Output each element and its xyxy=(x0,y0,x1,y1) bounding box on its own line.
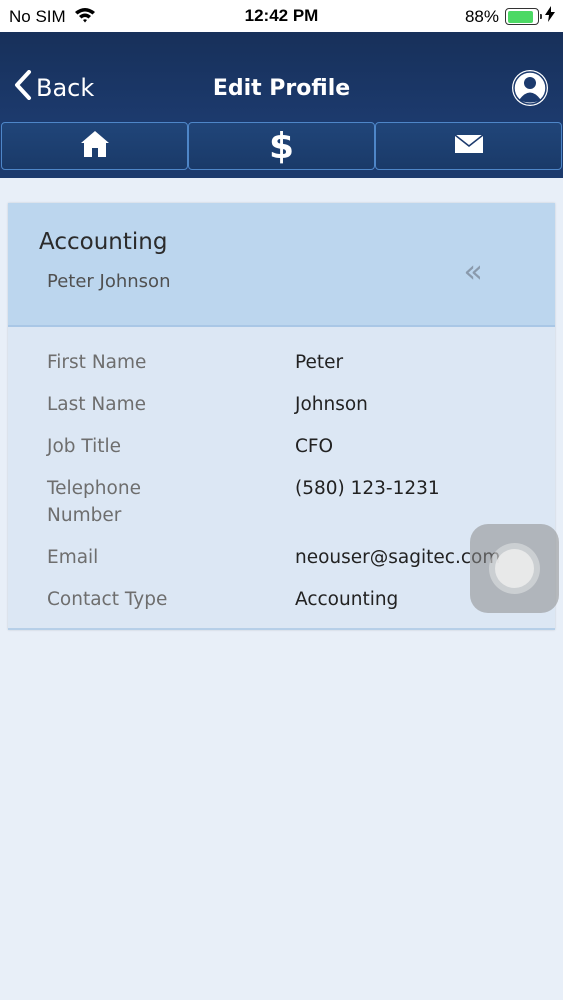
battery-fill xyxy=(507,10,534,23)
home-icon xyxy=(80,129,110,163)
card-header[interactable]: Accounting Peter Johnson « xyxy=(8,203,555,327)
field-value[interactable]: Accounting xyxy=(295,586,398,613)
battery-percent: 88% xyxy=(464,6,499,26)
field-label: Job Title xyxy=(47,436,122,457)
tab-messages[interactable] xyxy=(375,122,562,170)
assistive-touch-button[interactable] xyxy=(470,524,559,613)
field-label: First Name xyxy=(47,352,147,373)
field-value[interactable]: Johnson xyxy=(295,391,368,418)
field-value[interactable]: CFO xyxy=(295,433,333,460)
card-divider xyxy=(8,628,555,630)
status-right: 88% xyxy=(465,6,555,27)
battery-icon xyxy=(505,8,542,25)
navigation-bar: Back Edit Profile xyxy=(0,32,563,120)
card-title: Accounting xyxy=(39,229,168,255)
dollar-icon: $ xyxy=(268,125,295,167)
card-subtitle: Peter Johnson xyxy=(47,271,171,292)
page-title: Edit Profile xyxy=(212,76,351,101)
field-label: Last Name xyxy=(47,394,146,415)
tab-home[interactable] xyxy=(1,122,188,170)
field-label: Contact Type xyxy=(47,589,168,610)
user-circle-icon xyxy=(511,70,549,111)
collapse-icon[interactable]: « xyxy=(463,255,483,287)
profile-button[interactable] xyxy=(511,69,549,107)
field-value[interactable]: Peter xyxy=(295,349,343,376)
tab-payments[interactable]: $ xyxy=(188,122,375,170)
tab-bar: $ xyxy=(0,120,563,178)
field-value[interactable]: (580) 123-1231 xyxy=(295,475,440,502)
charging-bolt-icon xyxy=(545,6,555,27)
assistive-touch-dot xyxy=(495,549,534,588)
mail-icon xyxy=(454,134,484,158)
field-label: Email xyxy=(47,547,99,568)
status-bar: No SIM 12:42 PM 88% xyxy=(0,0,563,32)
field-label: Telephone Number xyxy=(47,478,141,526)
